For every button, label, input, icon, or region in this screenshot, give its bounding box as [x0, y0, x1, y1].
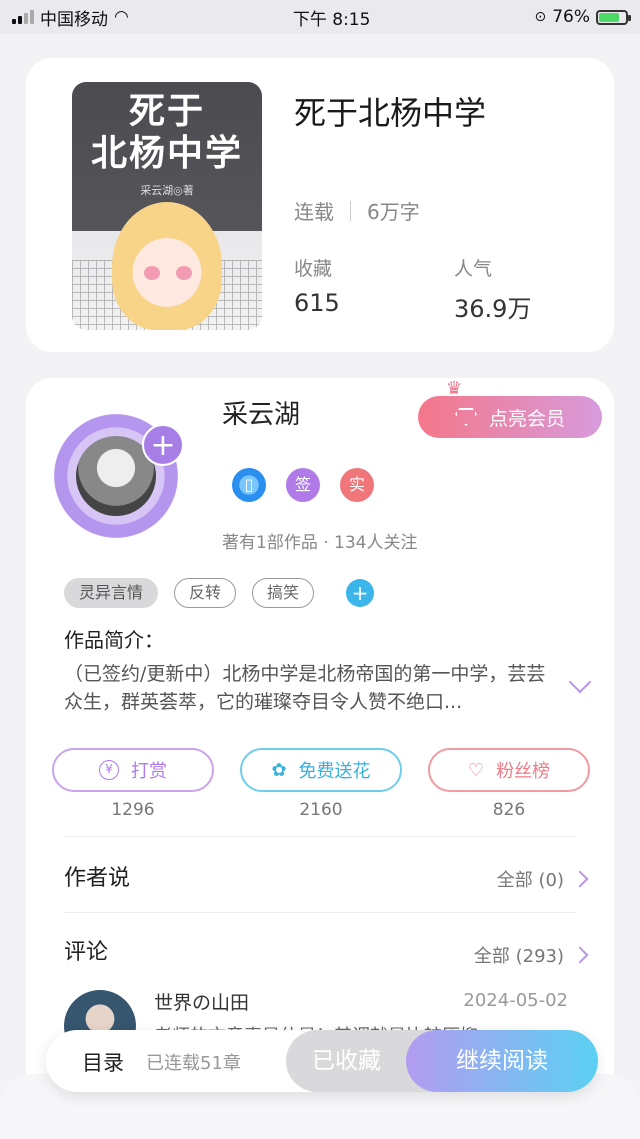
- comment-date: 2024-05-02: [463, 990, 568, 1011]
- author-says-all-link[interactable]: 全部 (0): [496, 866, 589, 892]
- carrier-label: 中国移动: [40, 9, 108, 30]
- comments-title: 评论: [64, 940, 109, 965]
- tag-item[interactable]: 反转: [174, 578, 237, 608]
- book-meta: 连载 6万字: [294, 196, 420, 225]
- tag-item[interactable]: 搞笑: [252, 578, 315, 608]
- author-card: + 采云湖 ♛ 点亮会员 ▯ 签 实 著有1部作品 · 134人关注 灵异言情 …: [26, 378, 614, 1118]
- wifi-icon: ◠: [114, 7, 129, 27]
- battery-icon: [596, 9, 631, 25]
- fans-action: ♡ 粉丝榜 826: [428, 748, 590, 820]
- popularity-value: 36.9万: [454, 295, 532, 323]
- flower-icon: ✿: [271, 759, 287, 781]
- book-word-count: 6万字: [367, 200, 420, 224]
- toc-button[interactable]: 目录: [82, 1047, 124, 1077]
- flower-action: ✿ 免费送花 2160: [240, 748, 402, 820]
- author-avatar[interactable]: +: [54, 414, 184, 538]
- intro-label: 作品简介：: [64, 628, 164, 652]
- author-stats: 著有1部作品 · 134人关注: [222, 533, 418, 553]
- favorites-stat: 收藏 615: [294, 254, 340, 317]
- phone-verified-icon[interactable]: ▯: [232, 468, 266, 502]
- book-info-card: 死于 北杨中学 采云湖◎著 死于北杨中学 连载 6万字 收藏 615 人气 36…: [26, 58, 614, 352]
- cover-title-line2: 北杨中学: [90, 132, 243, 174]
- vip-button-label: 点亮会员: [488, 407, 565, 430]
- signed-badge[interactable]: 签: [286, 468, 320, 502]
- signal-icon: [12, 10, 34, 24]
- cover-author: 采云湖◎著: [140, 184, 194, 197]
- comment-username[interactable]: 世界の山田: [154, 988, 249, 1015]
- fans-count: 826: [492, 800, 526, 820]
- favorites-value: 615: [294, 289, 340, 317]
- cover-title-line1: 死于: [128, 90, 205, 132]
- tag-item[interactable]: 灵异言情: [64, 578, 159, 608]
- fans-button-label: 粉丝榜: [496, 761, 551, 782]
- comments-all-link[interactable]: 全部 (293): [473, 942, 589, 968]
- meta-divider: [350, 200, 351, 221]
- chevron-right-icon: [571, 870, 589, 888]
- popularity-label: 人气: [454, 258, 493, 280]
- yen-icon: ¥: [99, 760, 119, 780]
- flower-count: 2160: [299, 800, 343, 820]
- author-says-all-label: 全部 (0): [496, 870, 564, 891]
- bottom-action-bar: 目录 已连载51章 已收藏 继续阅读: [46, 1030, 598, 1092]
- author-says-title: 作者说: [64, 866, 131, 891]
- intro-text: （已签约/更新中）北杨中学是北杨帝国的第一中学，芸芸众生，群英荟萃，它的璀璨夺目…: [64, 663, 546, 713]
- user-heart-icon: ♡: [467, 759, 485, 781]
- tip-button[interactable]: ¥ 打赏: [52, 748, 214, 792]
- book-status: 连载: [294, 200, 334, 224]
- action-row: ¥ 打赏 1296 ✿ 免费送花 2160 ♡ 粉丝榜 826: [52, 748, 590, 820]
- tip-count: 1296: [111, 800, 155, 820]
- chevron-right-icon: [571, 946, 589, 964]
- continue-reading-button[interactable]: 继续阅读: [406, 1030, 598, 1092]
- author-badges: ▯ 签 实: [232, 468, 374, 502]
- real-name-badge[interactable]: 实: [340, 468, 374, 502]
- add-tag-button[interactable]: +: [346, 579, 375, 607]
- tip-action: ¥ 打赏 1296: [52, 748, 214, 820]
- battery-percent: 76%: [552, 7, 590, 27]
- divider: [64, 912, 576, 913]
- cover-illustration: [112, 202, 222, 330]
- divider: [64, 836, 576, 837]
- favorites-label: 收藏: [294, 258, 333, 280]
- tip-button-label: 打赏: [131, 761, 167, 782]
- tag-list: 灵异言情 反转 搞笑 +: [64, 578, 375, 608]
- book-title: 死于北杨中学: [294, 94, 487, 132]
- status-time: 下午 8:15: [292, 9, 371, 30]
- follow-plus-icon[interactable]: +: [142, 424, 184, 466]
- diamond-icon: [454, 408, 477, 426]
- vip-button[interactable]: 点亮会员: [418, 396, 602, 438]
- popularity-stat: 人气 36.9万: [454, 254, 531, 324]
- flower-button-label: 免费送花: [298, 761, 371, 782]
- chapter-count: 已连载51章: [146, 1053, 241, 1074]
- expand-chevron-icon[interactable]: [568, 670, 592, 694]
- flower-button[interactable]: ✿ 免费送花: [240, 748, 402, 792]
- rotation-lock-icon: ⊙: [534, 9, 547, 25]
- fans-ranking-button[interactable]: ♡ 粉丝榜: [428, 748, 590, 792]
- comments-all-label: 全部 (293): [473, 946, 564, 967]
- author-name[interactable]: 采云湖: [222, 394, 300, 431]
- book-cover[interactable]: 死于 北杨中学 采云湖◎著: [72, 82, 262, 330]
- status-bar: 中国移动 ◠ 下午 8:15 ⊙ 76%: [0, 0, 640, 34]
